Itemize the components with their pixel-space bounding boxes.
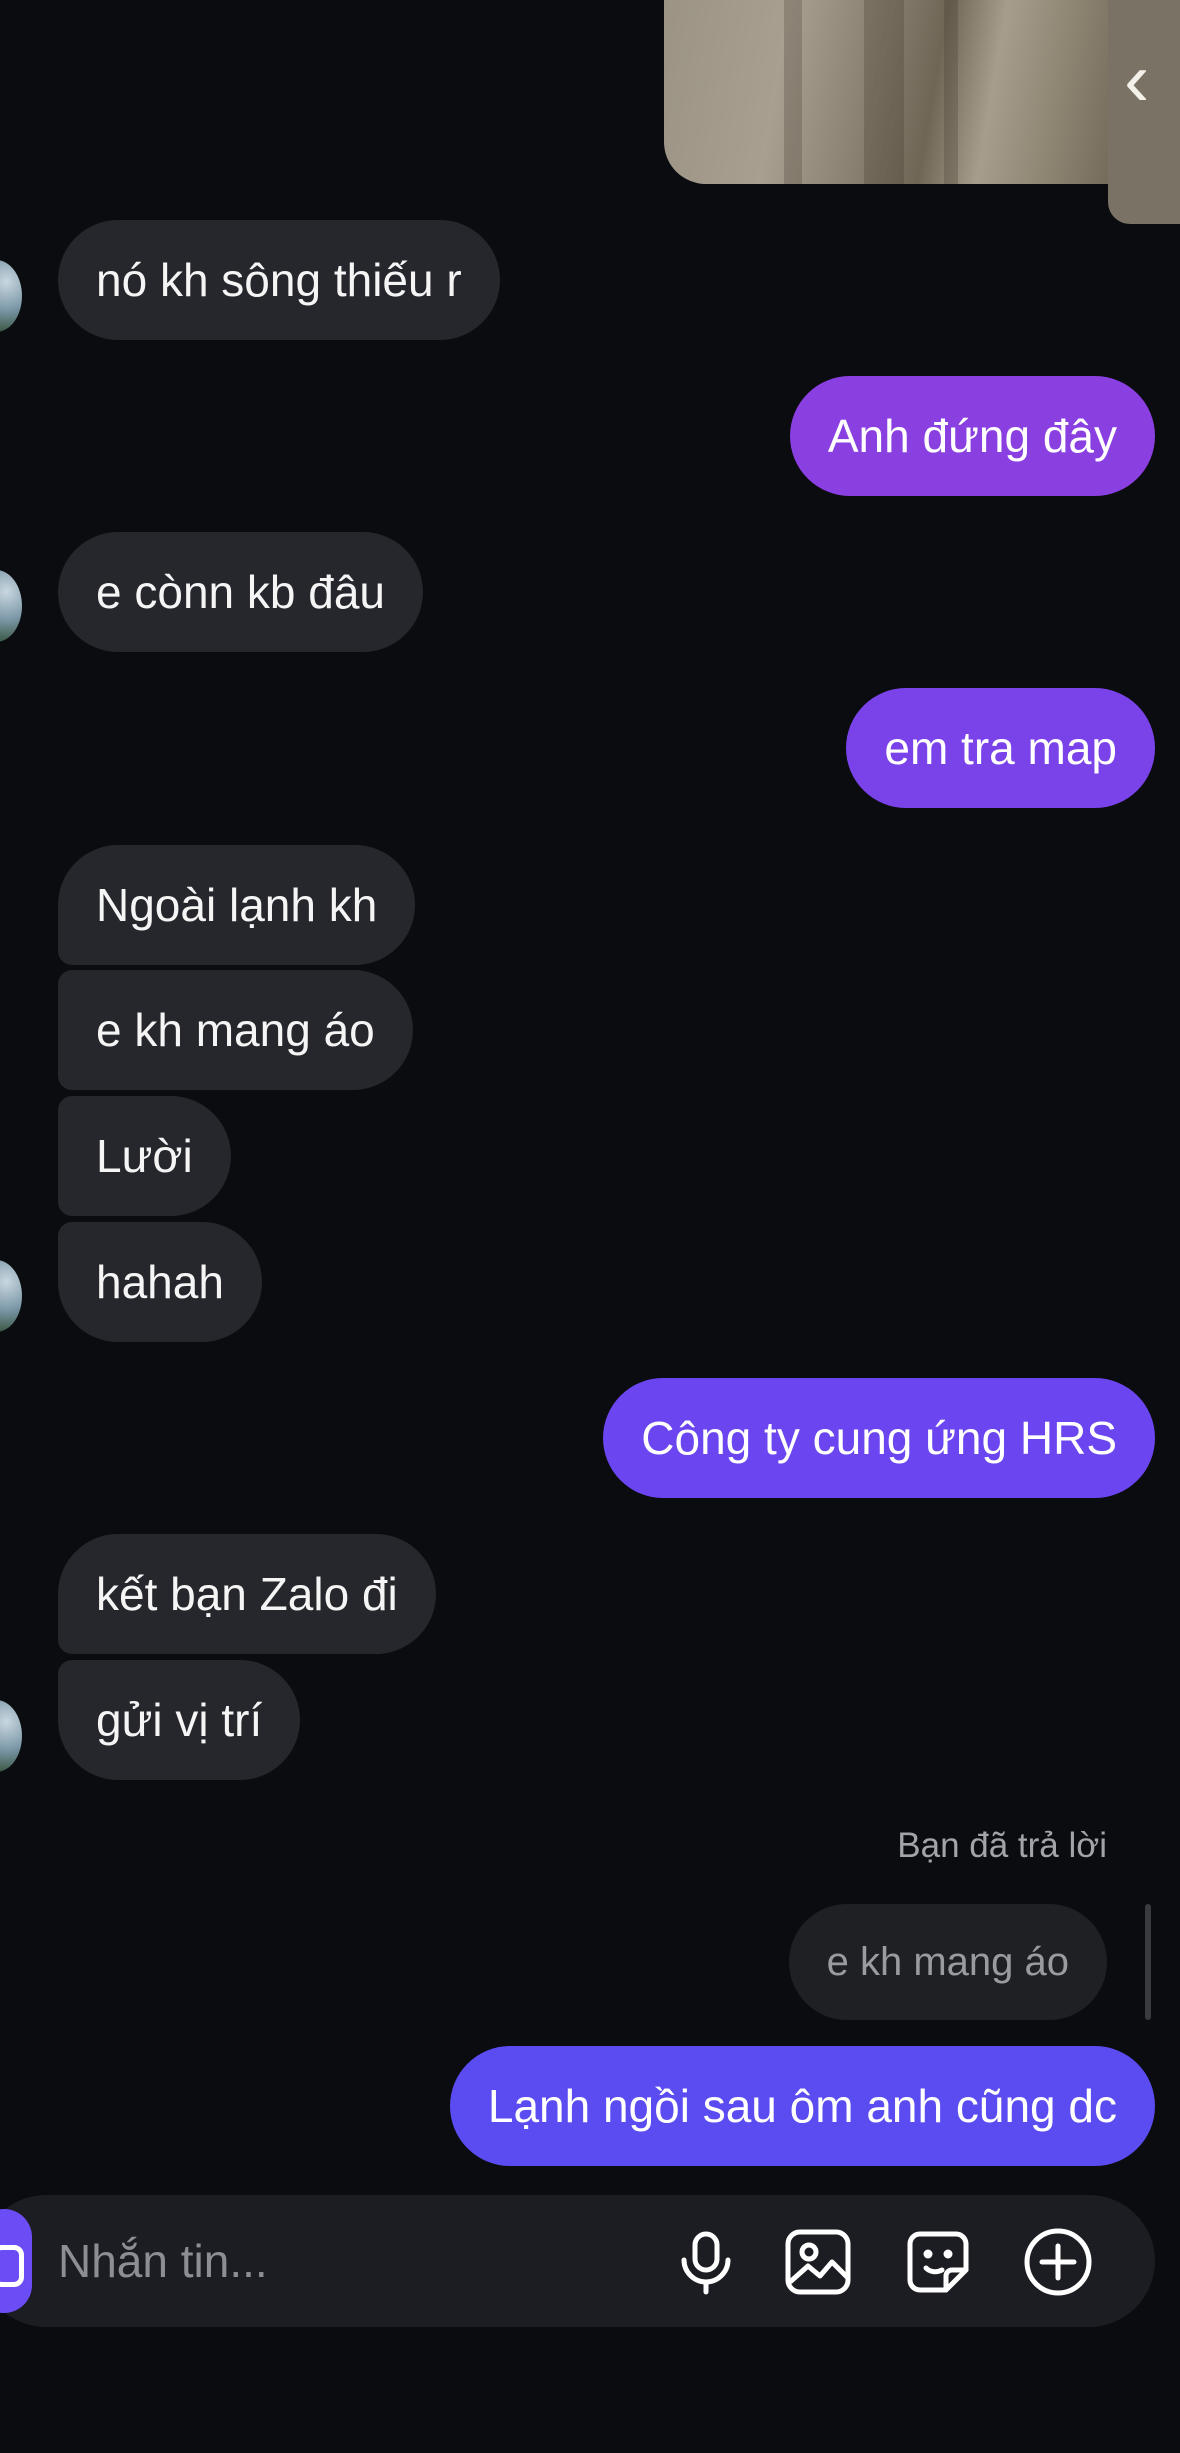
outgoing-message[interactable]: em tra map bbox=[846, 688, 1155, 808]
outgoing-message[interactable]: Công ty cung ứng HRS bbox=[603, 1378, 1155, 1498]
incoming-message[interactable]: hahah bbox=[58, 1222, 262, 1342]
contact-avatar[interactable] bbox=[0, 570, 22, 642]
reply-indicator-bar bbox=[1145, 1904, 1151, 2020]
chevron-left-icon: ‹ bbox=[1124, 37, 1150, 122]
quoted-message[interactable]: e kh mang áo bbox=[788, 1904, 1107, 2020]
camera-icon[interactable] bbox=[0, 2209, 32, 2313]
contact-avatar[interactable] bbox=[0, 1260, 22, 1332]
collapse-panel-handle[interactable]: ‹ bbox=[1108, 0, 1180, 224]
plus-icon[interactable] bbox=[1022, 2226, 1094, 2298]
reply-context-label: Bạn đã trả lời bbox=[897, 1826, 1107, 1865]
sticker-icon[interactable] bbox=[902, 2226, 974, 2298]
outgoing-message[interactable]: Anh đứng đây bbox=[789, 376, 1155, 496]
shared-photo[interactable] bbox=[664, 0, 1124, 184]
incoming-message[interactable]: Lười bbox=[58, 1096, 231, 1216]
incoming-message[interactable]: gửi vị trí bbox=[58, 1660, 301, 1780]
incoming-message[interactable]: e cònn kb đâu bbox=[58, 532, 424, 652]
incoming-message[interactable]: kết bạn Zalo đi bbox=[58, 1534, 436, 1654]
contact-avatar[interactable] bbox=[0, 1700, 22, 1772]
message-input[interactable] bbox=[58, 2224, 618, 2298]
incoming-message[interactable]: Ngoài lạnh kh bbox=[58, 845, 416, 965]
incoming-message[interactable]: nó kh sông thiếu r bbox=[58, 220, 500, 340]
incoming-message[interactable]: e kh mang áo bbox=[58, 970, 413, 1090]
microphone-icon[interactable] bbox=[670, 2226, 742, 2298]
image-icon[interactable] bbox=[782, 2226, 854, 2298]
contact-avatar[interactable] bbox=[0, 260, 22, 332]
outgoing-message[interactable]: Lạnh ngồi sau ôm anh cũng dc bbox=[449, 2046, 1155, 2166]
